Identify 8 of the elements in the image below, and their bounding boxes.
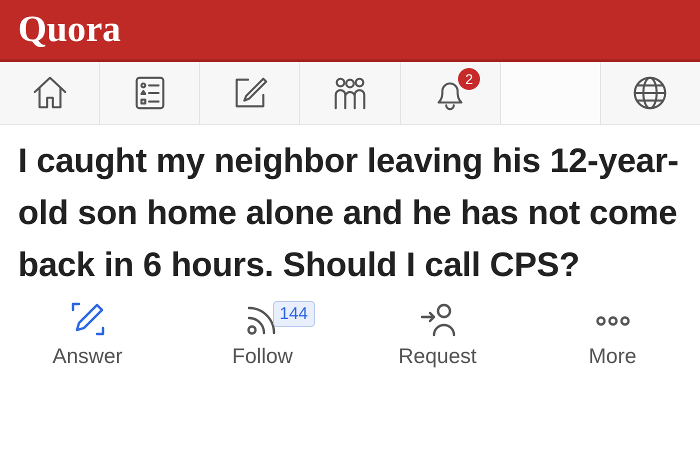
- logo[interactable]: Quora: [18, 11, 121, 48]
- more-button[interactable]: More: [525, 299, 700, 372]
- question-title: I caught my neighbor leaving his 12-year-old son home alone and he has not come back in 6 hours. Should I call CPS?: [17, 141, 680, 286]
- follow-button[interactable]: Follow 144: [175, 299, 350, 372]
- answer-button[interactable]: Answer: [0, 299, 175, 372]
- request-button[interactable]: Request: [350, 299, 525, 372]
- notification-count: 2: [458, 68, 480, 90]
- follower-count: 144: [272, 301, 315, 327]
